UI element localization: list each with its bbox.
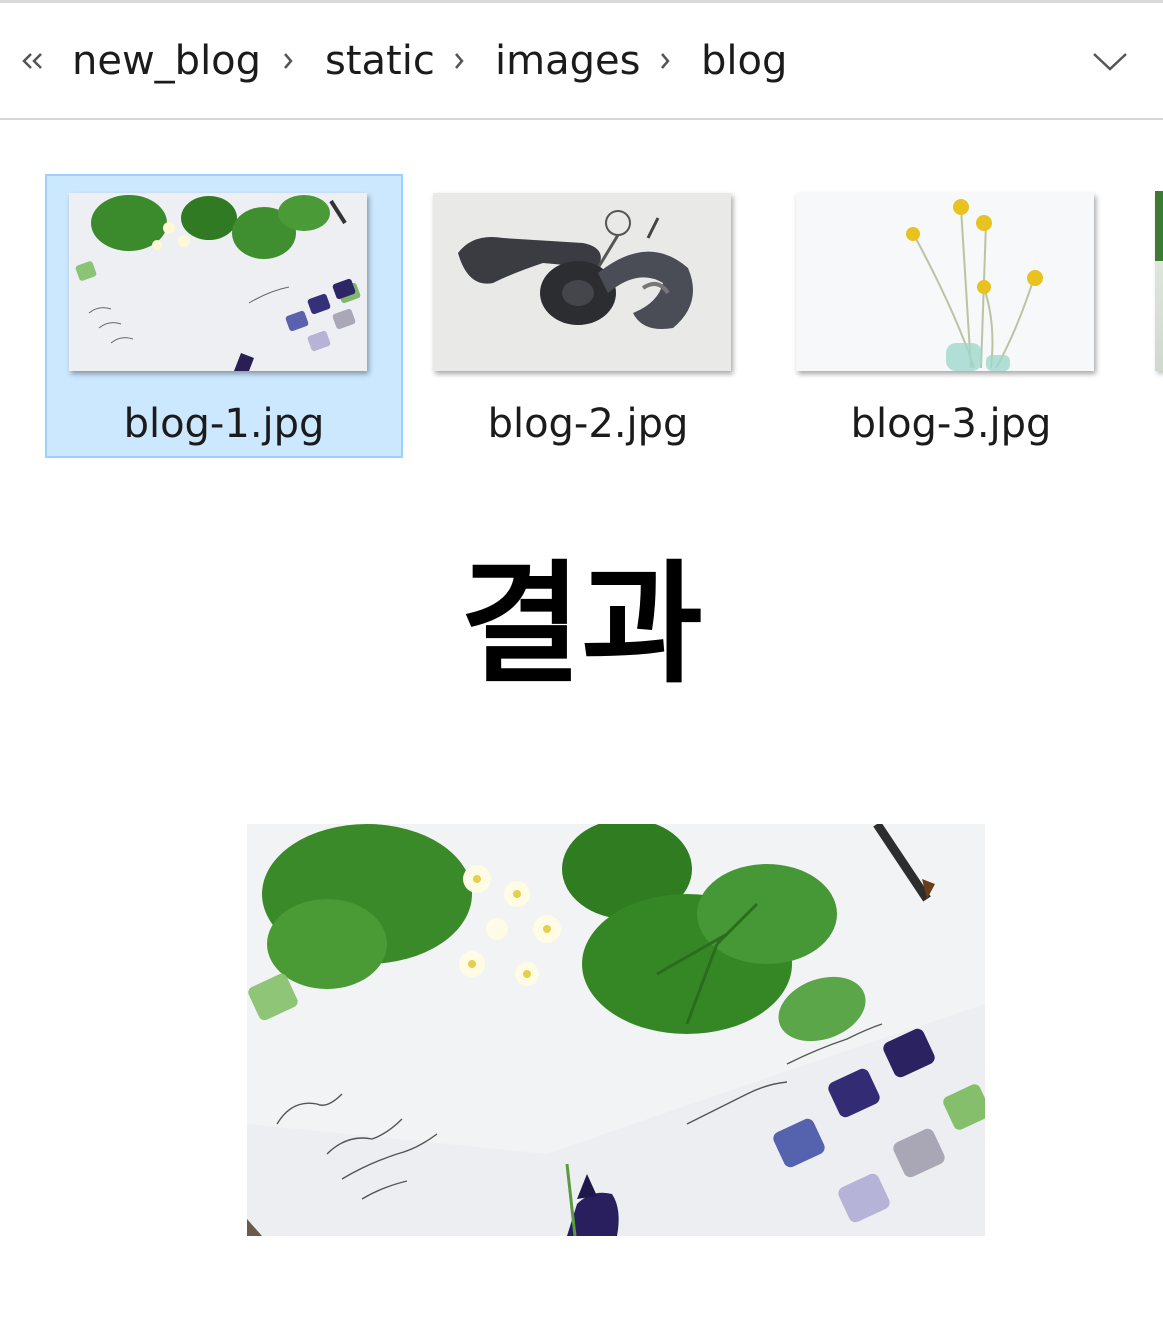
breadcrumb-item-images[interactable]: images: [495, 35, 640, 87]
chevron-down-icon[interactable]: [1086, 41, 1134, 81]
chevron-right-icon: [661, 53, 670, 69]
file-name: blog-2.jpg: [487, 401, 689, 447]
file-tile-blog-1[interactable]: blog-1.jpg: [45, 174, 403, 458]
file-tile-blog-3[interactable]: blog-3.jpg: [772, 174, 1130, 458]
chevron-right-icon: [284, 53, 293, 69]
file-tile-blog-2[interactable]: blog-2.jpg: [409, 174, 767, 458]
file-tile-partial[interactable]: [1155, 191, 1163, 371]
breadcrumb-item-blog[interactable]: blog: [701, 35, 787, 87]
thumbnail-blog-2: [433, 193, 731, 371]
file-name: blog-1.jpg: [123, 401, 325, 447]
result-image: [247, 824, 985, 1236]
file-name: blog-3.jpg: [850, 401, 1052, 447]
breadcrumb-item-new-blog[interactable]: new_blog: [72, 35, 261, 87]
chevron-right-icon: [455, 53, 464, 69]
thumbnail-blog-3: [796, 193, 1094, 371]
result-heading: 결과: [460, 548, 703, 702]
address-bar[interactable]: new_blog static images blog: [0, 3, 1163, 120]
thumbnail-blog-1: [69, 193, 367, 371]
breadcrumb-item-static[interactable]: static: [325, 35, 435, 87]
double-chevron-left-icon[interactable]: [18, 41, 50, 81]
